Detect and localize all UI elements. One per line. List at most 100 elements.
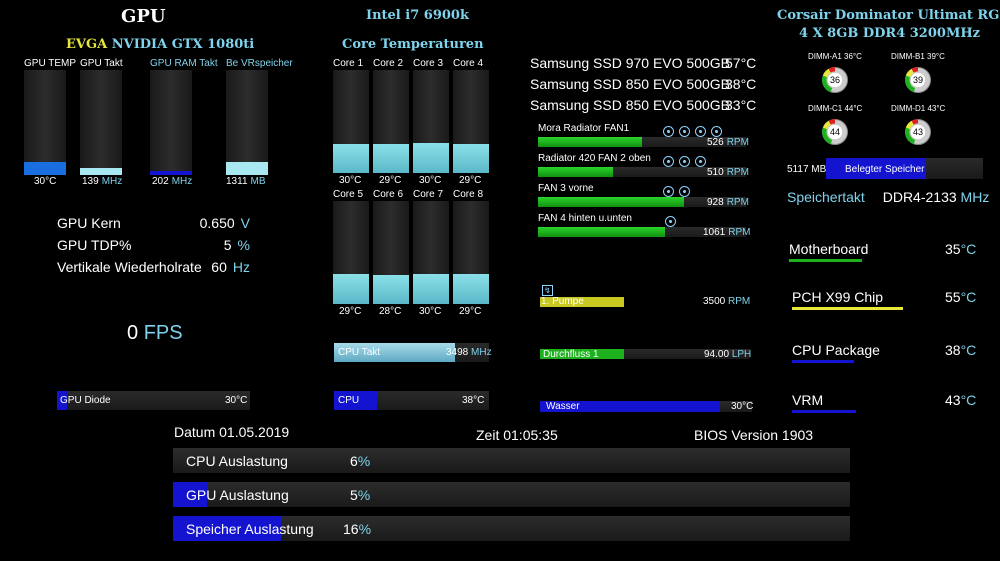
temp-label: CPU Package (792, 342, 880, 358)
fan-icon (695, 156, 706, 167)
core-value: 30°C (419, 175, 442, 186)
gpu-bar-reading: 30°C (34, 176, 56, 187)
cpu-subtitle: Core Temperaturen (342, 37, 484, 52)
fan-icon (665, 216, 676, 227)
fan-rpm-value: 526 (707, 137, 724, 148)
gpu-stat-unit: % (237, 237, 250, 253)
dimm-label: DIMM-B1 39°C (891, 52, 945, 61)
pump-unit: RPM (728, 296, 751, 307)
gpu-stat-value: 60 (211, 259, 227, 275)
pump-reading: 3500 RPM (703, 296, 750, 307)
core-bar (453, 201, 489, 304)
gpu-bar-label: GPU Takt (80, 58, 123, 69)
ram-takt: Speichertakt DDR4-2133 MHz (787, 189, 989, 205)
usage-value: 6 (350, 453, 358, 469)
gpu-diode-value: 30°C (225, 395, 248, 406)
gpu-model: NVIDIA GTX 1080ti (111, 37, 255, 52)
temp-reading: 35°C (945, 241, 976, 257)
core-label: Core 2 (373, 58, 404, 69)
dimm-label: DIMM-C1 44°C (808, 104, 863, 113)
core-label: Core 4 (453, 58, 484, 69)
usage-reading: 6% (350, 453, 370, 469)
fan-icon (663, 156, 674, 167)
ssd-temp: 57°C (725, 55, 757, 71)
core-value: 29°C (379, 175, 402, 186)
fan-reading: 928 RPM (707, 197, 749, 208)
gpu-bar (226, 70, 268, 175)
gpu-bar (24, 70, 66, 175)
core-bar-fill (373, 144, 409, 173)
core-label: Core 8 (453, 189, 484, 200)
temp-reading: 55°C (945, 289, 976, 305)
fan-rpm-unit: RPM (726, 197, 749, 208)
water-value: 30°C (731, 401, 754, 412)
core-bar-fill (413, 143, 449, 173)
gpu-bar-value: 30 (34, 176, 46, 187)
usage-value: 5 (350, 487, 358, 503)
cpu-title: Intel i7 6900k (366, 8, 469, 23)
fan-bar-fill (538, 137, 642, 147)
usage-reading: 5% (350, 487, 370, 503)
flow-label: Durchfluss 1 (543, 349, 599, 360)
core-bar (413, 201, 449, 304)
temp-bar (792, 360, 854, 363)
usage-label: Speicher Auslastung (186, 521, 314, 537)
dimm-gauge: 44 (822, 119, 848, 145)
temp-reading: 43°C (945, 392, 976, 408)
gpu-bar (80, 70, 122, 175)
fan-label: FAN 4 hinten u.unten (538, 213, 632, 224)
gpu-stat-reading: 0.650 V (180, 215, 250, 231)
gpu-bar-unit: °C (45, 176, 57, 187)
pump-value: 3500 (703, 296, 726, 307)
gpu-bar-reading: 202 MHz (152, 176, 192, 187)
ram-subtitle: 4 X 8GB DDR4 3200MHz (799, 26, 981, 41)
core-bar-fill (453, 274, 489, 304)
temp-bar (789, 259, 862, 262)
dimm-gauge: 36 (822, 67, 848, 93)
fan-rpm-unit: RPM (728, 227, 751, 238)
temp-reading: 38°C (945, 342, 976, 358)
fan-icon (663, 126, 674, 137)
gpu-bar-fill (150, 171, 192, 175)
ram-takt-value: DDR4-2133 (882, 189, 957, 205)
date-label: Datum 01.05.2019 (174, 424, 290, 440)
gpu-bar-fill (226, 162, 268, 175)
gpu-stat-value: 0.650 (199, 215, 235, 231)
fan-reading: 1061 RPM (703, 227, 750, 238)
core-value: 29°C (459, 306, 482, 317)
cpu-temp-label: CPU (338, 395, 360, 406)
core-bar-fill (373, 275, 409, 304)
temp-unit: °C (960, 289, 977, 305)
gpu-bar-value: 1311 (226, 176, 248, 187)
core-label: Core 3 (413, 58, 444, 69)
gpu-bar-fill (24, 162, 66, 175)
core-label: Core 7 (413, 189, 444, 200)
core-bar-fill (333, 144, 369, 173)
pump-icon: ↯ (542, 285, 553, 296)
core-value: 30°C (419, 306, 442, 317)
fan-rpm-value: 928 (707, 197, 724, 208)
fan-rpm-value: 510 (707, 167, 724, 178)
core-label: Core 5 (333, 189, 364, 200)
core-label: Core 1 (333, 58, 364, 69)
core-value: 28°C (379, 306, 402, 317)
fps-display: 0 FPS (127, 322, 183, 345)
fan-bar-fill (538, 197, 684, 207)
flow-reading: 94.00 LPH (704, 349, 751, 360)
flow-unit: LPH (731, 349, 752, 360)
ram-used-label: Belegter Speicher (845, 164, 925, 175)
usage-unit: % (358, 521, 372, 537)
fan-icon (711, 126, 722, 137)
flow-value: 94.00 (704, 349, 730, 360)
gpu-bar-unit: MB (250, 176, 266, 187)
ram-takt-unit: MHz (960, 189, 990, 205)
pump-label: 1. Pumpe (541, 296, 584, 307)
core-bar (333, 70, 369, 173)
fan-bar-fill (538, 227, 665, 237)
core-bar (453, 70, 489, 173)
gpu-stat-label: GPU Kern (57, 215, 121, 231)
temp-value: 55 (945, 289, 961, 305)
fan-rpm-unit: RPM (726, 167, 749, 178)
cpu-takt-value: 3498 (446, 347, 469, 358)
dimm-gauge: 43 (905, 119, 931, 145)
